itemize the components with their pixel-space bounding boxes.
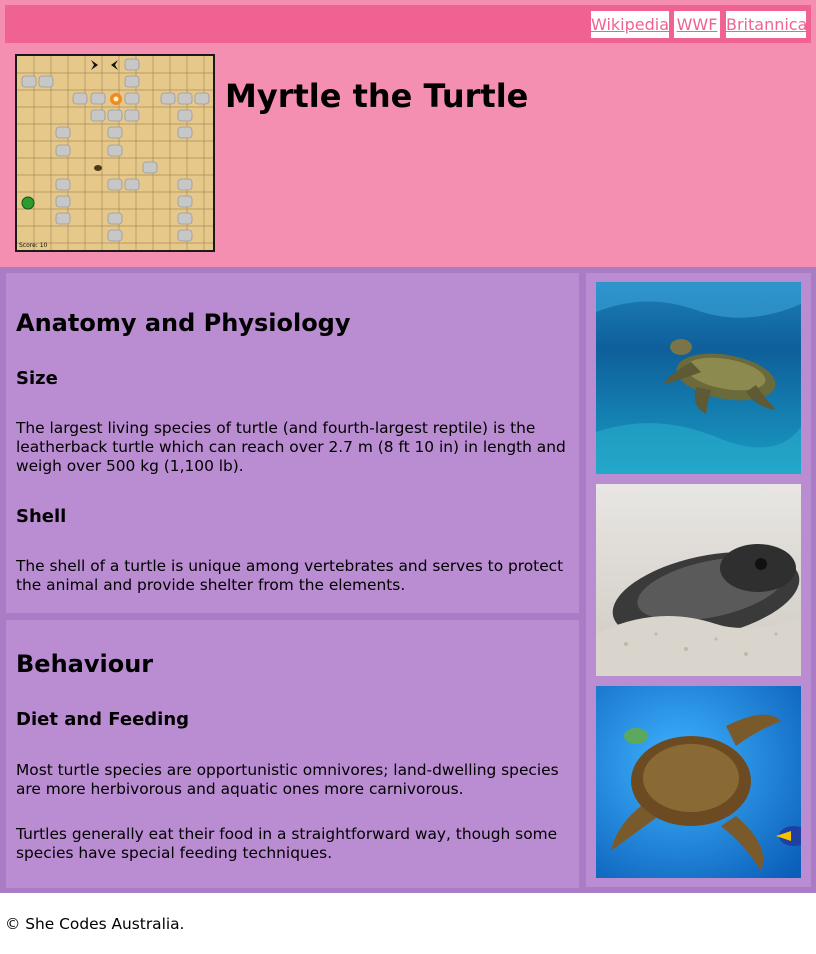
diet-text-1: Most turtle species are opportunistic om… (16, 761, 559, 798)
photo-swimming-turtle (596, 282, 801, 474)
game-screenshot: Score: 10 (15, 54, 215, 252)
diet-heading: Diet and Feeding (16, 709, 190, 730)
site-header: Wikipedia WWF Britannica Score: 10 Myrtl… (0, 0, 816, 267)
photo-sidebar (586, 273, 811, 887)
size-heading: Size (16, 368, 58, 389)
anatomy-heading: Anatomy and Physiology (16, 309, 351, 337)
nav-link-britannica[interactable]: Britannica (726, 11, 807, 38)
size-text: The largest living species of turtle (an… (16, 419, 566, 475)
page-title: Myrtle the Turtle (225, 77, 529, 115)
nav-link-wwf[interactable]: WWF (674, 11, 720, 38)
footer-copyright: © She Codes Australia. (5, 915, 185, 933)
shell-heading: Shell (16, 506, 67, 527)
shell-text: The shell of a turtle is unique among ve… (16, 557, 564, 594)
main-content: Anatomy and Physiology Size The largest … (0, 267, 816, 893)
nav-bar: Wikipedia WWF Britannica (5, 5, 811, 43)
diet-text-2: Turtles generally eat their food in a st… (16, 825, 558, 862)
photo-hatchling-turtle (596, 484, 801, 676)
photo-cartoon-turtle (596, 686, 801, 878)
behaviour-heading: Behaviour (16, 650, 154, 678)
game-score: Score: 10 (19, 242, 48, 249)
nav-link-wikipedia[interactable]: Wikipedia (591, 11, 669, 38)
anatomy-section: Anatomy and Physiology Size The largest … (6, 273, 579, 613)
behaviour-section: Behaviour Diet and Feeding Most turtle s… (6, 620, 579, 888)
